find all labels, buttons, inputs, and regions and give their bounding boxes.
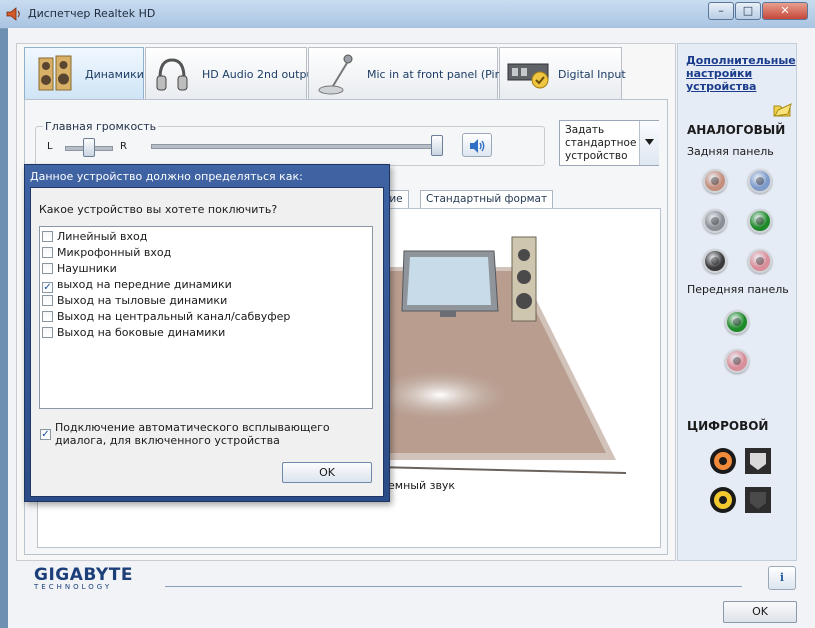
option-label: Выход на тыловые динамики	[57, 294, 228, 307]
rear-panel-label: Задняя панель	[687, 145, 774, 158]
monitor-icon	[401, 250, 499, 317]
tab-hd-audio-2nd-output[interactable]: HD Audio 2nd output	[145, 47, 318, 99]
checkbox[interactable]: ✓	[42, 282, 53, 293]
option-headphones[interactable]: Наушники	[42, 262, 117, 276]
maximize-button[interactable]: □	[735, 2, 761, 20]
option-mic-in[interactable]: Микрофонный вход	[42, 246, 171, 260]
tab-digital-input-label: Digital Input	[558, 68, 626, 81]
rear-jack-side[interactable]	[703, 209, 727, 233]
footer-divider	[165, 586, 742, 587]
option-label: Линейный вход	[57, 230, 148, 243]
coaxial-out-icon[interactable]	[708, 446, 738, 476]
tab-speakers[interactable]: Динамики	[24, 47, 144, 99]
digital-input-icon	[507, 63, 549, 89]
surround-sound-label: емный звук	[388, 479, 456, 492]
front-jack-mic[interactable]	[725, 349, 749, 373]
front-jack-headphone[interactable]	[725, 310, 749, 334]
speakers-icon	[38, 55, 72, 91]
checkbox[interactable]	[42, 295, 53, 306]
option-label: выход на передние динамики	[57, 278, 232, 291]
checkbox[interactable]	[42, 263, 53, 274]
auto-popup-checkbox[interactable]: ✓	[40, 429, 51, 440]
coaxial-in-icon[interactable]	[708, 485, 738, 515]
option-line-in[interactable]: Линейный вход	[42, 230, 147, 244]
right-sidebar	[677, 43, 797, 561]
rear-jack-mic[interactable]	[748, 249, 772, 273]
analog-heading: АНАЛОГОВЫЙ	[687, 123, 786, 137]
headphones-icon	[156, 58, 188, 91]
option-label: Выход на боковые динамики	[57, 326, 226, 339]
speaker-volume-icon	[470, 139, 485, 153]
rear-jack-front[interactable]	[748, 209, 772, 233]
option-label: Наушники	[57, 262, 117, 275]
checkbox[interactable]	[42, 327, 53, 338]
auto-popup-option[interactable]: ✓ Подключение автоматического всплывающе…	[40, 421, 380, 447]
tab-mic-front-panel[interactable]: Mic in at front panel (Pink)	[308, 47, 512, 99]
microphone-icon	[318, 54, 353, 95]
balance-left-label: L	[47, 141, 53, 152]
chevron-down-icon	[645, 139, 654, 145]
close-button[interactable]: ✕	[762, 2, 808, 20]
tab-hd-audio-2nd-output-label: HD Audio 2nd output	[202, 68, 318, 81]
gigabyte-logo: GIGABYTE TECHNOLOGY	[34, 565, 133, 591]
tab-speakers-label: Динамики	[85, 68, 144, 81]
dialog-ok-button[interactable]: OK	[282, 462, 372, 483]
main-volume-title: Главная громкость	[43, 120, 159, 133]
option-front-speakers[interactable]: ✓ выход на передние динамики	[42, 278, 232, 293]
optical-out-icon[interactable]	[743, 446, 773, 476]
rear-jack-line-in-blue[interactable]	[748, 169, 772, 193]
auto-popup-label: Подключение автоматического всплывающего…	[55, 421, 330, 447]
dialog-title: Данное устройство должно определяться ка…	[30, 170, 303, 183]
option-center-subwoofer[interactable]: Выход на центральный канал/сабвуфер	[42, 310, 290, 324]
minimize-button[interactable]: –	[708, 2, 734, 20]
ok-button[interactable]: OK	[723, 601, 797, 623]
volume-slider-track[interactable]	[151, 144, 443, 149]
optical-in-icon[interactable]	[743, 485, 773, 515]
balance-slider-thumb[interactable]	[83, 138, 95, 157]
checkbox[interactable]	[42, 231, 53, 242]
set-default-device-label: Задать стандартное устройство	[565, 124, 637, 162]
dialog-question: Какое устройство вы хотете поключить?	[39, 203, 278, 216]
subtab-default-format[interactable]: Стандартный формат	[420, 190, 554, 208]
rear-jack-line-in[interactable]	[703, 169, 727, 193]
front-panel-label: Передняя панель	[687, 283, 789, 296]
checkbox[interactable]	[42, 311, 53, 322]
info-button[interactable]: i	[768, 566, 796, 590]
mute-button[interactable]	[462, 133, 492, 157]
volume-slider-thumb[interactable]	[431, 135, 443, 156]
option-rear-speakers[interactable]: Выход на тыловые динамики	[42, 294, 227, 308]
advanced-device-settings-link[interactable]: Дополнительные настройки устройства	[686, 54, 796, 93]
checkbox[interactable]	[42, 247, 53, 258]
speaker-app-icon	[6, 7, 20, 21]
digital-heading: ЦИФРОВОЙ	[687, 419, 769, 433]
brand-name: GIGABYTE	[34, 565, 133, 585]
rear-jack-rear[interactable]	[703, 249, 727, 273]
option-label: Выход на центральный канал/сабвуфер	[57, 310, 291, 323]
folder-icon[interactable]	[772, 100, 792, 118]
option-side-speakers[interactable]: Выход на боковые динамики	[42, 326, 225, 340]
option-label: Микрофонный вход	[57, 246, 172, 259]
balance-right-label: R	[120, 141, 127, 152]
speaker-cabinet-icon	[511, 236, 537, 322]
tab-digital-input[interactable]: Digital Input	[499, 47, 626, 99]
tab-mic-front-panel-label: Mic in at front panel (Pink)	[367, 68, 513, 81]
window-title: Диспетчер Realtek HD	[28, 7, 156, 20]
default-device-dropdown[interactable]	[639, 121, 659, 165]
